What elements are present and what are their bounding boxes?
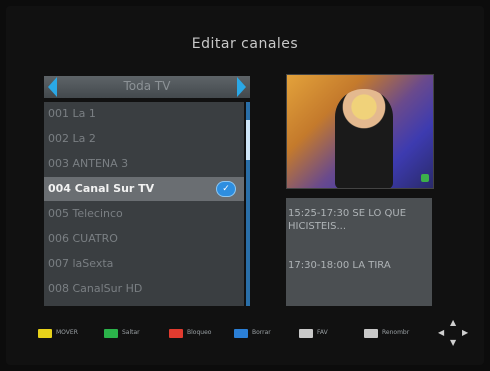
channel-row[interactable]: 006 CUATRO bbox=[44, 227, 244, 251]
key-label-saltar: Saltar bbox=[122, 329, 140, 336]
navigation-cross-icon: ▲ ▼ ◀ ▶ bbox=[438, 318, 469, 347]
video-preview bbox=[286, 74, 434, 189]
rename-key-icon bbox=[364, 329, 378, 338]
arrow-right-icon[interactable] bbox=[237, 77, 246, 97]
list-scrollbar[interactable] bbox=[246, 102, 250, 306]
page-title: Editar canales bbox=[191, 36, 299, 52]
filter-label: Toda TV bbox=[123, 79, 171, 93]
channel-label: 004 Canal Sur TV bbox=[48, 182, 155, 195]
channel-label: 006 CUATRO bbox=[48, 232, 118, 245]
list-filter-header[interactable]: Toda TV bbox=[44, 76, 250, 98]
red-key-icon bbox=[169, 329, 183, 338]
channel-logo-icon bbox=[421, 174, 429, 182]
channel-row-selected[interactable]: 004 Canal Sur TV ✓ bbox=[44, 177, 244, 201]
channel-row[interactable]: 005 Telecinco bbox=[44, 202, 244, 226]
yellow-key-icon bbox=[38, 329, 52, 338]
channel-label: 001 La 1 bbox=[48, 107, 96, 120]
channel-row[interactable]: 007 laSexta bbox=[44, 252, 244, 276]
channel-label: 002 La 2 bbox=[48, 132, 96, 145]
channel-rows: 001 La 1 002 La 2 003 ANTENA 3 004 Canal… bbox=[44, 102, 244, 306]
preview-presenter-image bbox=[335, 89, 393, 188]
scrollbar-thumb[interactable] bbox=[246, 120, 250, 160]
fav-key-icon bbox=[299, 329, 313, 338]
channel-label: 003 ANTENA 3 bbox=[48, 157, 129, 170]
key-label-fav: FAV bbox=[317, 329, 328, 336]
footer-key-legend: MOVER Saltar Bloqueo Borrar FAV Renombr bbox=[38, 326, 458, 342]
key-label-borrar: Borrar bbox=[252, 329, 271, 336]
green-key-icon bbox=[104, 329, 118, 338]
channel-label: 008 CanalSur HD bbox=[48, 282, 143, 295]
epg-next-program: 17:30-18:00 LA TIRA bbox=[288, 260, 391, 271]
channel-row[interactable]: 001 La 1 bbox=[44, 102, 244, 126]
channel-row[interactable]: 003 ANTENA 3 bbox=[44, 152, 244, 176]
channel-label: 005 Telecinco bbox=[48, 207, 123, 220]
epg-info-panel: 15:25-17:30 SE LO QUE HICISTEIS... 17:30… bbox=[286, 198, 432, 306]
channel-row[interactable]: 002 La 2 bbox=[44, 127, 244, 151]
key-label-bloqueo: Bloqueo bbox=[187, 329, 212, 336]
key-label-renombr: Renombr bbox=[382, 329, 410, 336]
channel-list-panel: Toda TV 001 La 1 002 La 2 003 ANTENA 3 0… bbox=[44, 76, 250, 306]
channel-row[interactable]: 008 CanalSur HD bbox=[44, 277, 244, 301]
channel-label: 007 laSexta bbox=[48, 257, 114, 270]
blue-key-icon bbox=[234, 329, 248, 338]
key-label-mover: MOVER bbox=[56, 329, 78, 336]
edit-mark-icon: ✓ bbox=[216, 181, 236, 197]
epg-current-program: 15:25-17:30 SE LO QUE HICISTEIS... bbox=[288, 208, 407, 232]
